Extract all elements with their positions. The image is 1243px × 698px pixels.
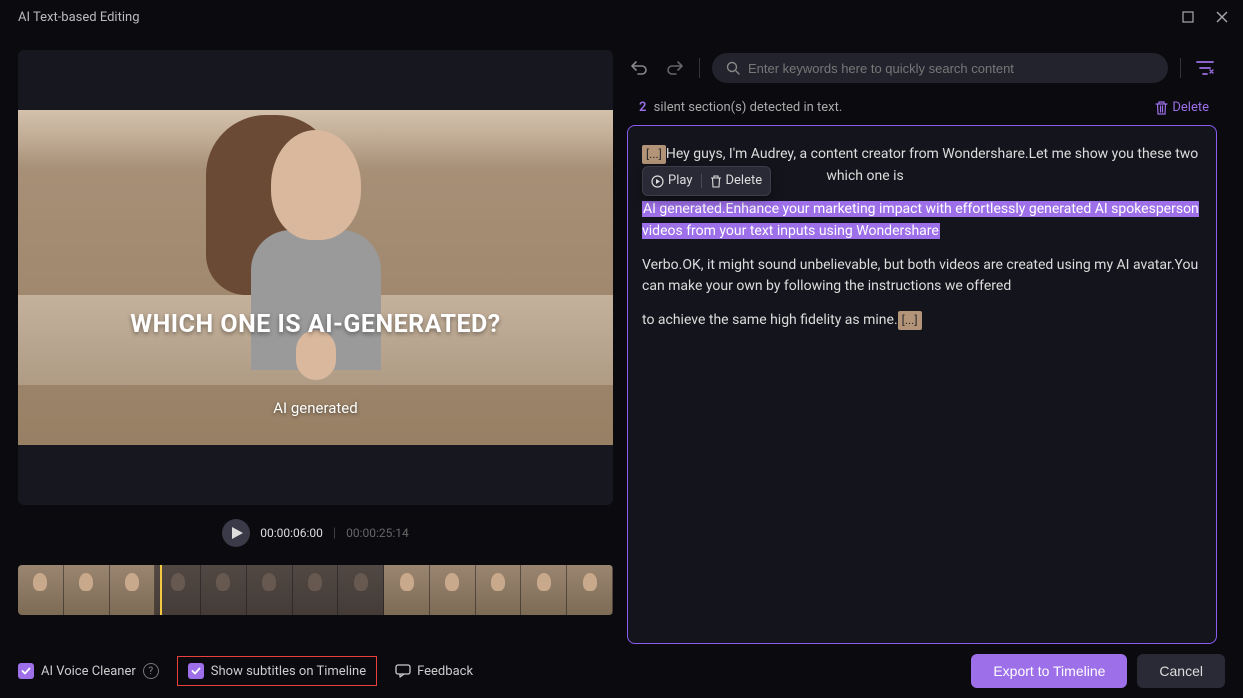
feedback-button[interactable]: Feedback xyxy=(395,664,473,679)
separator xyxy=(701,174,702,188)
left-panel: WHICH ONE IS AI-GENERATED? AI generated … xyxy=(18,50,613,644)
transcript-text[interactable]: Hey guys, I'm Audrey, a content creator … xyxy=(666,146,1198,162)
footer-right: Export to Timeline Cancel xyxy=(971,654,1225,688)
delete-label: Delete xyxy=(726,171,763,191)
play-label: Play xyxy=(668,171,693,191)
silence-marker[interactable]: [...] xyxy=(898,311,922,330)
timeline-thumb[interactable] xyxy=(155,565,201,615)
right-panel: 2 silent section(s) detected in text. De… xyxy=(627,50,1217,644)
redo-button[interactable] xyxy=(663,56,687,80)
selection-menu: Play Delete xyxy=(642,166,771,196)
timeline-thumb[interactable] xyxy=(521,565,567,615)
play-circle-icon xyxy=(651,175,664,188)
transcript-line[interactable]: Verbo.OK, it might sound unbelievable, b… xyxy=(642,255,1202,298)
checkbox-checked-icon xyxy=(18,663,34,679)
transcript-text[interactable]: to achieve the same high fidelity as min… xyxy=(642,312,898,328)
delete-label: Delete xyxy=(1172,100,1209,115)
play-button[interactable] xyxy=(222,519,250,547)
detection-bar: 2 silent section(s) detected in text. De… xyxy=(627,96,1217,125)
time-total: 00:00:25:14 xyxy=(346,526,409,540)
delete-selection-button[interactable]: Delete xyxy=(710,171,763,191)
detection-text: 2 silent section(s) detected in text. xyxy=(639,100,842,115)
timeline-thumb[interactable] xyxy=(247,565,293,615)
voice-cleaner-label: AI Voice Cleaner xyxy=(41,664,136,679)
checkbox-checked-icon xyxy=(188,663,204,679)
timeline-thumb[interactable] xyxy=(110,565,156,615)
timeline-thumb[interactable] xyxy=(201,565,247,615)
timeline-thumb[interactable] xyxy=(567,565,613,615)
delete-silent-button[interactable]: Delete xyxy=(1155,100,1209,115)
transcript-box[interactable]: [...]Hey guys, I'm Audrey, a content cre… xyxy=(627,125,1217,644)
transcript-highlight[interactable]: AI generated.Enhance your marketing impa… xyxy=(642,201,1199,239)
undo-button[interactable] xyxy=(627,56,651,80)
play-selection-button[interactable]: Play xyxy=(651,171,693,191)
transcript-line[interactable]: to achieve the same high fidelity as min… xyxy=(642,310,1202,332)
separator xyxy=(1180,58,1181,78)
voice-cleaner-checkbox[interactable]: AI Voice Cleaner ? xyxy=(18,663,159,679)
footer: AI Voice Cleaner ? Show subtitles on Tim… xyxy=(0,644,1243,698)
undo-icon xyxy=(630,59,648,77)
transcript-toolbar xyxy=(627,50,1217,86)
video-subject xyxy=(226,130,406,410)
time-separator: | xyxy=(333,526,336,541)
timeline-thumb[interactable] xyxy=(18,565,64,615)
search-box[interactable] xyxy=(712,53,1168,83)
time-current: 00:00:06:00 xyxy=(260,526,323,540)
transcript-text[interactable]: which one is xyxy=(826,168,903,184)
show-subtitles-checkbox[interactable]: Show subtitles on Timeline xyxy=(188,663,366,679)
feedback-icon xyxy=(395,664,411,678)
titlebar: AI Text-based Editing xyxy=(0,0,1243,34)
trash-icon xyxy=(710,175,722,188)
export-button[interactable]: Export to Timeline xyxy=(971,654,1127,688)
video-overlay-subtitle: AI generated xyxy=(273,399,357,417)
transcript-text[interactable]: Verbo.OK, it might sound unbelievable, b… xyxy=(642,257,1198,295)
redo-icon xyxy=(666,59,684,77)
timeline-thumb[interactable] xyxy=(430,565,476,615)
timeline-thumb[interactable] xyxy=(338,565,384,615)
close-icon[interactable] xyxy=(1213,8,1231,26)
feedback-label: Feedback xyxy=(417,664,473,679)
separator xyxy=(699,58,700,78)
trash-icon xyxy=(1155,101,1168,115)
footer-left: AI Voice Cleaner ? Show subtitles on Tim… xyxy=(18,656,473,686)
filter-button[interactable] xyxy=(1193,56,1217,80)
search-input[interactable] xyxy=(748,61,1154,76)
detection-count: 2 xyxy=(639,100,646,115)
highlighted-option: Show subtitles on Timeline xyxy=(177,656,377,686)
timeline-thumb[interactable] xyxy=(384,565,430,615)
window-title: AI Text-based Editing xyxy=(18,10,140,25)
timeline-thumb[interactable] xyxy=(476,565,522,615)
transcript-line[interactable]: AI generated.Enhance your marketing impa… xyxy=(642,199,1202,242)
search-icon xyxy=(726,61,740,75)
playhead[interactable] xyxy=(160,565,162,615)
window-controls xyxy=(1179,8,1231,26)
silence-marker[interactable]: [...] xyxy=(642,145,666,164)
timeline[interactable] xyxy=(18,565,613,615)
cancel-button[interactable]: Cancel xyxy=(1137,654,1225,688)
playback-bar: 00:00:06:00 | 00:00:25:14 xyxy=(18,505,613,561)
video-canvas[interactable]: WHICH ONE IS AI-GENERATED? AI generated xyxy=(18,110,613,445)
help-icon[interactable]: ? xyxy=(143,663,159,679)
video-overlay-title: WHICH ONE IS AI-GENERATED? xyxy=(130,310,500,339)
filter-icon xyxy=(1196,60,1214,76)
play-icon xyxy=(232,527,243,539)
detection-label: silent section(s) detected in text. xyxy=(654,100,843,115)
timeline-thumb[interactable] xyxy=(293,565,339,615)
maximize-icon[interactable] xyxy=(1179,8,1197,26)
show-subtitles-label: Show subtitles on Timeline xyxy=(211,664,366,679)
main-content: WHICH ONE IS AI-GENERATED? AI generated … xyxy=(0,34,1243,644)
video-preview: WHICH ONE IS AI-GENERATED? AI generated xyxy=(18,50,613,505)
timeline-thumb[interactable] xyxy=(64,565,110,615)
